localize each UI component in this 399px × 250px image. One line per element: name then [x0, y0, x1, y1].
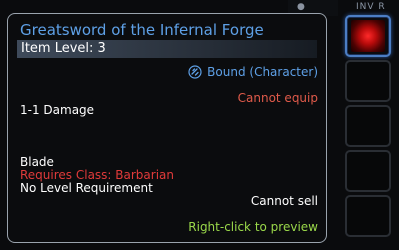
inventory-slot[interactable]: [345, 60, 391, 102]
inventory-slot[interactable]: [345, 150, 391, 192]
item-level: Item Level: 3: [21, 41, 106, 56]
bound-label: Bound (Character): [207, 65, 318, 79]
inventory-slot-selected[interactable]: [345, 15, 391, 57]
inventory-header-label: INV R: [356, 2, 386, 12]
class-requirement: Requires Class: Barbarian: [20, 168, 175, 182]
item-tooltip: Greatsword of the Infernal Forge Item Le…: [7, 13, 327, 243]
inventory-slot[interactable]: [345, 105, 391, 147]
item-level-bar: Item Level: 3: [17, 40, 317, 58]
item-title: Greatsword of the Infernal Forge: [20, 21, 264, 39]
inventory-slot[interactable]: [345, 195, 391, 237]
link-icon: [188, 65, 202, 79]
damage-stat: 1-1 Damage: [20, 103, 95, 117]
bound-status: Bound (Character): [188, 65, 318, 79]
cannot-equip-label: Cannot equip: [237, 91, 318, 105]
cannot-sell-label: Cannot sell: [250, 194, 318, 208]
item-type: Blade: [20, 155, 54, 169]
preview-hint: Right-click to preview: [188, 220, 318, 234]
level-requirement: No Level Requirement: [20, 181, 153, 195]
pin-icon[interactable]: ●: [297, 2, 305, 12]
greatsword-item-icon: [351, 20, 385, 52]
